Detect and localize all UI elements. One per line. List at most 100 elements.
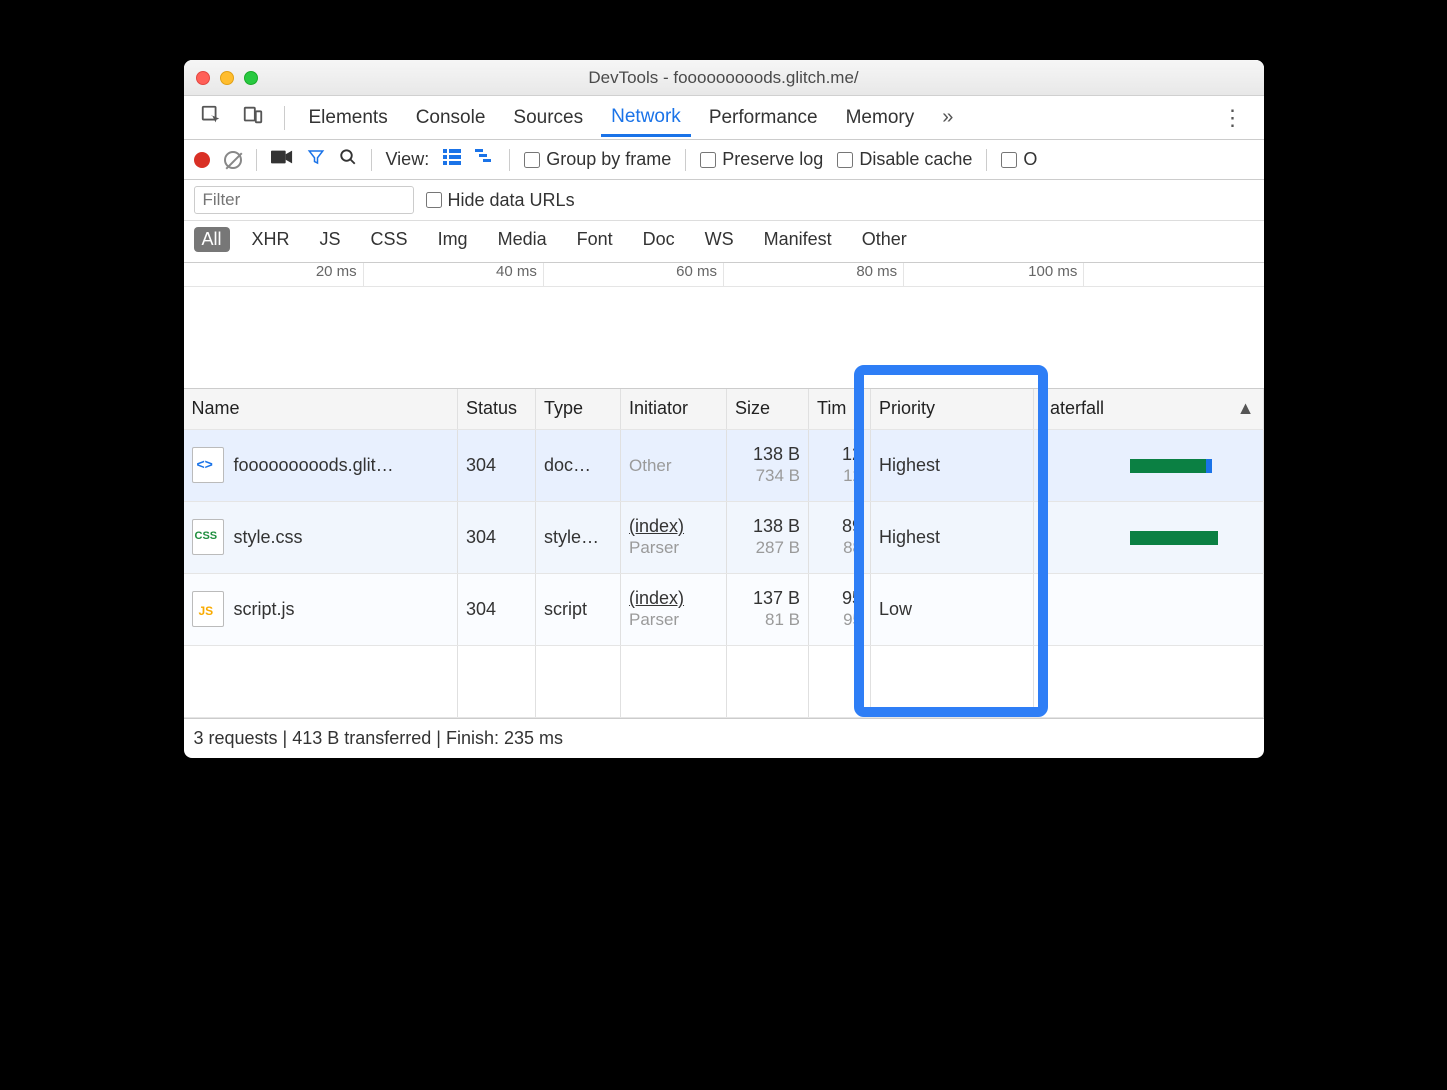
time-cell: 8988 xyxy=(809,501,871,573)
camera-icon[interactable] xyxy=(271,149,293,170)
status-cell: 304 xyxy=(458,573,536,645)
search-icon[interactable] xyxy=(339,148,357,171)
table-header-row: Name Status Type Initiator Size Tim Prio… xyxy=(184,389,1264,429)
tick: 40 ms xyxy=(364,263,544,286)
hide-data-urls-checkbox[interactable]: Hide data URLs xyxy=(426,190,575,211)
type-doc[interactable]: Doc xyxy=(635,227,683,252)
record-icon[interactable] xyxy=(194,152,210,168)
tick: 80 ms xyxy=(724,263,904,286)
priority-cell: Highest xyxy=(871,429,1034,501)
col-time[interactable]: Tim xyxy=(809,389,871,429)
overview-timeline[interactable]: 20 ms 40 ms 60 ms 80 ms 100 ms xyxy=(184,263,1264,389)
type-cell: doc… xyxy=(536,429,621,501)
overflow-tabs-icon[interactable]: » xyxy=(932,102,963,133)
tick xyxy=(1084,263,1263,286)
type-font[interactable]: Font xyxy=(569,227,621,252)
size-cell: 138 B734 B xyxy=(727,429,809,501)
preserve-log-label: Preserve log xyxy=(722,149,823,170)
sort-asc-icon: ▲ xyxy=(1237,398,1255,419)
disable-cache-label: Disable cache xyxy=(859,149,972,170)
inspect-icon[interactable] xyxy=(194,100,228,136)
type-media[interactable]: Media xyxy=(490,227,555,252)
filter-toggle-icon[interactable] xyxy=(307,148,325,171)
type-js[interactable]: JS xyxy=(312,227,349,252)
waterfall-bar-tail xyxy=(1206,459,1212,473)
disable-cache-checkbox[interactable]: Disable cache xyxy=(837,149,972,170)
table-row[interactable]: script.js304script(index)Parser137 B81 B… xyxy=(184,573,1264,645)
filter-input[interactable] xyxy=(194,186,414,214)
initiator-cell: (index)Parser xyxy=(621,573,727,645)
titlebar: DevTools - fooooooooods.glitch.me/ xyxy=(184,60,1264,96)
col-waterfall[interactable]: aterfall ▲ xyxy=(1034,389,1264,429)
type-ws[interactable]: WS xyxy=(697,227,742,252)
separator xyxy=(685,149,686,171)
file-css-icon xyxy=(192,519,224,555)
waterfall-cell xyxy=(1034,501,1264,573)
col-status[interactable]: Status xyxy=(458,389,536,429)
preserve-log-input[interactable] xyxy=(700,152,716,168)
tab-network[interactable]: Network xyxy=(601,98,691,137)
menu-kebab-icon[interactable]: ⋮ xyxy=(1212,101,1254,135)
tab-memory[interactable]: Memory xyxy=(836,99,925,137)
hide-data-urls-label: Hide data URLs xyxy=(448,190,575,211)
table-row[interactable]: fooooooooods.glit…304doc…Other138 B734 B… xyxy=(184,429,1264,501)
initiator-link[interactable]: (index) xyxy=(629,516,684,536)
request-name: style.css xyxy=(234,527,303,548)
hide-data-urls-input[interactable] xyxy=(426,192,442,208)
separator xyxy=(371,149,372,171)
preserve-log-checkbox[interactable]: Preserve log xyxy=(700,149,823,170)
initiator-link[interactable]: (index) xyxy=(629,588,684,608)
filter-row: Hide data URLs xyxy=(184,180,1264,221)
tick: 100 ms xyxy=(904,263,1084,286)
tab-sources[interactable]: Sources xyxy=(503,99,593,137)
timeline-graph[interactable] xyxy=(184,287,1264,387)
initiator-cell: (index)Parser xyxy=(621,501,727,573)
col-initiator[interactable]: Initiator xyxy=(621,389,727,429)
size-cell: 138 B287 B xyxy=(727,501,809,573)
disable-cache-input[interactable] xyxy=(837,152,853,168)
type-all[interactable]: All xyxy=(194,227,230,252)
separator xyxy=(509,149,510,171)
type-img[interactable]: Img xyxy=(430,227,476,252)
size-cell: 137 B81 B xyxy=(727,573,809,645)
time-cell: 1212 xyxy=(809,429,871,501)
large-rows-icon[interactable] xyxy=(443,149,461,170)
group-by-frame-input[interactable] xyxy=(524,152,540,168)
tab-console[interactable]: Console xyxy=(406,99,496,137)
window-title: DevTools - fooooooooods.glitch.me/ xyxy=(184,68,1264,88)
summary-text: 3 requests | 413 B transferred | Finish:… xyxy=(194,728,564,749)
separator xyxy=(284,106,285,130)
status-summary: 3 requests | 413 B transferred | Finish:… xyxy=(184,718,1264,758)
view-label: View: xyxy=(386,149,430,170)
col-type[interactable]: Type xyxy=(536,389,621,429)
tab-performance[interactable]: Performance xyxy=(699,99,828,137)
separator xyxy=(986,149,987,171)
group-by-frame-checkbox[interactable]: Group by frame xyxy=(524,149,671,170)
separator xyxy=(256,149,257,171)
offline-input[interactable] xyxy=(1001,152,1017,168)
requests-table-wrap: Name Status Type Initiator Size Tim Prio… xyxy=(184,389,1264,718)
type-manifest[interactable]: Manifest xyxy=(756,227,840,252)
type-filters: All XHR JS CSS Img Media Font Doc WS Man… xyxy=(184,221,1264,263)
offline-checkbox[interactable]: O xyxy=(1001,149,1037,170)
clear-icon[interactable] xyxy=(224,151,242,169)
table-row[interactable]: style.css304style…(index)Parser138 B287 … xyxy=(184,501,1264,573)
type-css[interactable]: CSS xyxy=(363,227,416,252)
type-xhr[interactable]: XHR xyxy=(244,227,298,252)
col-waterfall-label: aterfall xyxy=(1050,398,1104,418)
col-size[interactable]: Size xyxy=(727,389,809,429)
waterfall-view-icon[interactable] xyxy=(475,149,495,170)
col-priority[interactable]: Priority xyxy=(871,389,1034,429)
col-name[interactable]: Name xyxy=(184,389,458,429)
device-toggle-icon[interactable] xyxy=(236,100,270,136)
type-other[interactable]: Other xyxy=(854,227,915,252)
tab-elements[interactable]: Elements xyxy=(299,99,398,137)
file-js-icon xyxy=(192,591,224,627)
status-cell: 304 xyxy=(458,429,536,501)
status-cell: 304 xyxy=(458,501,536,573)
timeline-ticks: 20 ms 40 ms 60 ms 80 ms 100 ms xyxy=(184,263,1264,287)
panel-tabs: Elements Console Sources Network Perform… xyxy=(184,96,1264,140)
initiator-cell: Other xyxy=(621,429,727,501)
network-toolbar: View: Group by frame Preserve log Disabl… xyxy=(184,140,1264,180)
tick: 60 ms xyxy=(544,263,724,286)
